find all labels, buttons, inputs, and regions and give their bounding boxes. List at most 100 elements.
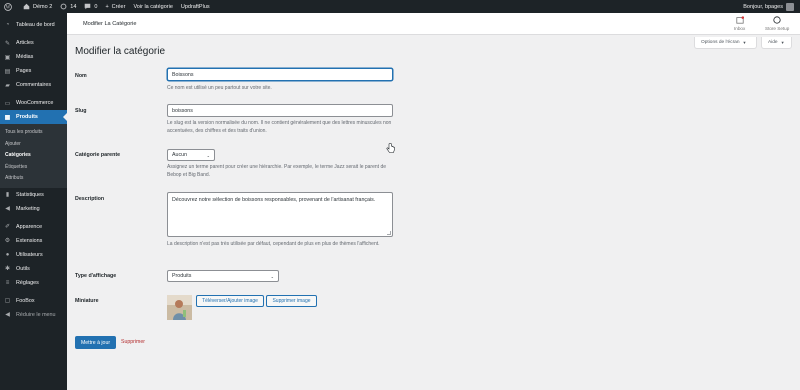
admin-bar: W Démo 2 14 0 + Créer Voir la catégorie …	[0, 0, 800, 13]
chevron-down-icon: ⌄	[270, 273, 274, 279]
submenu-item-all-products[interactable]: Tous les produits	[0, 127, 67, 139]
megaphone-icon: ◀	[5, 206, 10, 212]
collapse-menu-button[interactable]: ◀ Réduire le menu	[0, 308, 67, 322]
wordpress-icon: W	[4, 2, 12, 11]
sidebar-item-label: Commentaires	[16, 82, 52, 88]
sidebar-item-products[interactable]: ▦ Produits	[0, 110, 67, 124]
screen-options-label: Options de l'écran	[701, 40, 740, 45]
display-type-select[interactable]: Produits ⌄	[167, 270, 279, 282]
wordpress-logo-button[interactable]: W	[0, 0, 19, 13]
sidebar-item-tools[interactable]: ✱ Outils	[0, 262, 67, 276]
inbox-label: Inbox	[734, 26, 746, 31]
collapse-menu-label: Réduire le menu	[16, 311, 56, 318]
greeting-text: Bonjour, bpages	[743, 3, 783, 10]
products-submenu: Tous les produits Ajouter Catégories Éti…	[0, 124, 67, 188]
new-content-link[interactable]: + Créer	[101, 0, 129, 13]
name-input-value: Boissons	[172, 71, 194, 78]
site-name-link[interactable]: Démo 2	[19, 0, 56, 13]
pin-icon: ✎	[4, 40, 11, 47]
sidebar-item-pages[interactable]: ▤ Pages	[0, 64, 67, 78]
sidebar-item-label: Extensions	[16, 237, 43, 244]
updates-link[interactable]: 14	[56, 0, 80, 13]
collapse-arrow-icon: ◀	[5, 312, 10, 318]
description-textarea[interactable]: Découvrez notre sélection de boissons re…	[167, 192, 393, 237]
sidebar-item-label: FooBox	[16, 297, 35, 304]
account-menu[interactable]: Bonjour, bpages	[739, 0, 800, 13]
sidebar-item-dashboard[interactable]: ◔ Tableau de bord	[0, 18, 67, 32]
parent-category-select[interactable]: Aucun ⌄	[167, 149, 215, 161]
page-title: Modifier la catégorie	[75, 46, 166, 57]
sidebar-item-label: Médias	[16, 54, 34, 60]
dashboard-icon: ◔	[5, 22, 10, 28]
submenu-item-tags[interactable]: Étiquettes	[0, 162, 67, 174]
parent-category-label: Catégorie parente	[75, 152, 121, 158]
new-label: Créer	[111, 3, 126, 10]
updates-count: 14	[70, 3, 77, 10]
page-icon: ▤	[4, 68, 11, 75]
sidebar-item-label: Articles	[16, 40, 34, 46]
sidebar-item-label: Tableau de bord	[16, 22, 55, 28]
sidebar-item-settings[interactable]: ≡ Réglages	[0, 276, 67, 290]
avatar	[786, 2, 794, 11]
chevron-down-icon: ▼	[780, 40, 785, 45]
updraftplus-label: UpdraftPlus	[180, 3, 210, 10]
updraftplus-link[interactable]: UpdraftPlus	[177, 0, 214, 13]
sidebar-item-users[interactable]: ● Utilisateurs	[0, 248, 67, 262]
description-textarea-value: Découvrez notre sélection de boissons re…	[172, 197, 376, 203]
sidebar-item-extensions[interactable]: ⚙ Extensions	[0, 234, 67, 248]
plus-icon: +	[105, 3, 109, 10]
slug-input[interactable]: boissons	[167, 104, 393, 117]
upload-image-label: Téléverser/Ajouter image	[202, 298, 258, 304]
comment-bubble-icon	[85, 3, 91, 10]
update-button-label: Mettre à jour	[80, 339, 111, 346]
sidebar-item-label: Marketing	[16, 205, 40, 212]
sidebar-item-media[interactable]: ▣ Médias	[0, 50, 67, 64]
sidebar-item-label: Réglages	[16, 279, 39, 286]
sidebar-item-woocommerce[interactable]: ▭ WooCommerce	[0, 96, 67, 110]
sidebar-item-label: WooCommerce	[16, 100, 54, 106]
resize-handle[interactable]	[387, 231, 391, 235]
archive-icon: ▦	[4, 114, 11, 121]
remove-image-button[interactable]: Supprimer image	[266, 295, 317, 307]
remove-image-label: Supprimer image	[272, 298, 311, 304]
display-type-label: Type d'affichage	[75, 273, 117, 279]
upload-image-button[interactable]: Téléverser/Ajouter image	[196, 295, 264, 307]
sidebar-item-posts[interactable]: ✎ Articles	[0, 36, 67, 50]
woocommerce-header: Modifier La Catégorie Inbox Store Setup	[67, 13, 800, 35]
chevron-down-icon: ⌄	[206, 152, 210, 158]
comments-link[interactable]: 0	[80, 0, 101, 13]
parent-select-value: Aucun	[172, 152, 188, 158]
hand-cursor-icon	[386, 143, 395, 153]
plugin-icon: ⚙	[4, 238, 11, 244]
sidebar-item-comments[interactable]: ▰ Commentaires	[0, 78, 67, 92]
submenu-item-categories[interactable]: Catégories	[0, 150, 67, 162]
delete-link[interactable]: Supprimer	[121, 339, 145, 345]
store-setup-label: Store Setup	[765, 26, 790, 31]
sidebar-item-label: Apparence	[16, 223, 43, 230]
update-button[interactable]: Mettre à jour	[75, 336, 116, 349]
category-thumbnail-image	[167, 295, 192, 320]
submenu-item-attributes[interactable]: Attributs	[0, 173, 67, 185]
wrench-icon: ✱	[4, 266, 11, 272]
help-button[interactable]: Aide ▼	[761, 37, 792, 49]
store-setup-button[interactable]: Store Setup	[765, 16, 789, 31]
admin-sidebar: ◔ Tableau de bord ✎ Articles ▣ Médias ▤ …	[0, 13, 67, 390]
name-label: Nom	[75, 73, 87, 79]
slug-description: Le slug est la version normalisée du nom…	[167, 120, 392, 134]
help-label: Aide	[768, 40, 778, 45]
view-category-label: Voir la catégorie	[133, 3, 173, 10]
progress-circle-icon	[773, 16, 781, 24]
sidebar-item-label: Utilisateurs	[16, 251, 43, 258]
name-input[interactable]: Boissons	[167, 68, 393, 81]
sidebar-item-appearance[interactable]: ✐ Apparence	[0, 220, 67, 234]
screen-options-button[interactable]: Options de l'écran ▼	[694, 37, 757, 49]
sidebar-item-stats[interactable]: ▮ Statistiques	[0, 188, 67, 202]
inbox-button[interactable]: Inbox	[734, 16, 745, 31]
comments-count: 0	[94, 3, 98, 10]
user-icon: ●	[5, 251, 10, 258]
view-category-link[interactable]: Voir la catégorie	[129, 0, 176, 13]
submenu-item-add[interactable]: Ajouter	[0, 139, 67, 151]
sidebar-item-marketing[interactable]: ◀ Marketing	[0, 202, 67, 216]
header-title: Modifier La Catégorie	[83, 21, 137, 27]
sidebar-item-foobox[interactable]: ▢ FooBox	[0, 294, 67, 308]
